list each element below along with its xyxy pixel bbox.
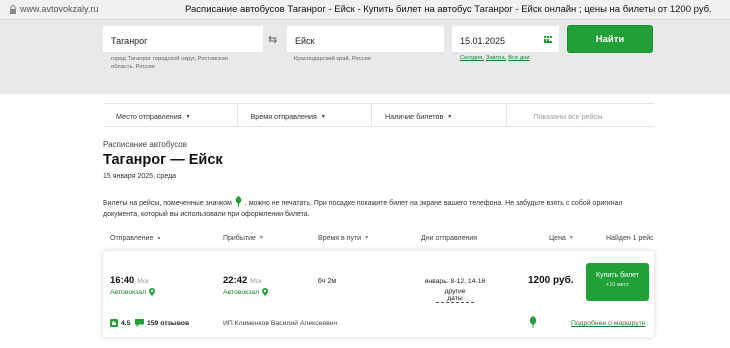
leaf-icon: [529, 316, 537, 328]
leaf-icon: [235, 196, 242, 207]
arrival-timezone: Мск: [250, 278, 262, 285]
filter-status: Показаны все рейсы: [533, 112, 603, 121]
notice-text-1: Билеты на рейсы, помеченные значком: [103, 200, 232, 207]
find-button[interactable]: Найти: [567, 25, 653, 53]
search-panel: Таганрог ⇆ Ейск 15.01.2025 Найти город Т…: [0, 20, 730, 94]
filter-departure-time-label: Время отправления: [250, 112, 317, 121]
arrival-station[interactable]: Автовокзал: [223, 288, 269, 296]
swap-icon[interactable]: ⇆: [268, 33, 277, 46]
date-line: 15 января 2025, среда: [103, 173, 177, 180]
from-city-value: Таганрог: [111, 36, 148, 46]
departure-time: 16:40 Мск: [110, 275, 149, 286]
header-days-label: Дни отправления: [421, 235, 478, 242]
sort-icon: ▼: [364, 235, 370, 241]
filter-bar: Место отправления ▼ Время отправления ▼ На…: [103, 103, 654, 127]
sort-icon: ▼: [568, 235, 574, 241]
filter-departure-place-label: Место отправления: [116, 112, 182, 121]
header-departure-label: Отправление: [110, 235, 154, 242]
ticket-price: 1200 руб.: [528, 275, 574, 286]
map-pin-icon: [262, 288, 269, 296]
arrival-time: 22:42 Мск: [223, 275, 262, 286]
departure-time-value: 16:40: [110, 275, 135, 286]
buy-ticket-label: Купить билет: [596, 272, 639, 279]
to-city-hint: Краснодарский край, Россия: [294, 56, 371, 62]
sort-icon: ▲: [156, 235, 162, 241]
header-travel-time-label: Время в пути: [318, 235, 362, 242]
lock-icon: [10, 4, 16, 14]
reviews-count: 159 отзывов: [147, 319, 190, 327]
buy-ticket-button[interactable]: Купить билет +10 мест: [586, 263, 649, 301]
date-value: 15.01.2025: [460, 36, 506, 46]
departure-days-value: январь: 8-12, 14-16: [424, 278, 486, 285]
departure-days: январь: 8-12, 14-16 другие даты: [417, 278, 493, 303]
to-city-input[interactable]: Ейск: [287, 26, 444, 52]
quick-date-all[interactable]: Все дни: [508, 55, 529, 61]
reviews-link[interactable]: 159 отзывов: [135, 319, 189, 327]
header-travel-time[interactable]: Время в пути ▼: [318, 235, 369, 242]
carrier-name: ИП Клименков Василий Алексеевич: [223, 320, 338, 327]
departure-station[interactable]: Автовокзал: [110, 288, 156, 296]
caret-down-icon: ▼: [185, 114, 191, 120]
filter-departure-place[interactable]: Место отправления ▼: [103, 104, 238, 126]
e-ticket-notice: Билеты на рейсы, помеченные значком, мож…: [103, 196, 643, 220]
header-departure[interactable]: Отправление ▲: [110, 235, 161, 242]
rating-value: 4.5: [121, 319, 131, 327]
date-input[interactable]: 15.01.2025: [452, 26, 559, 52]
found-count: Найден 1 рейс: [606, 235, 654, 242]
arrival-station-label: Автовокзал: [223, 288, 260, 296]
browser-titlebar: www.avtovokzaly.ru Расписание автобусов …: [0, 0, 730, 20]
header-arrival-label: Прибытие: [223, 235, 256, 242]
trip-card: 16:40 Мск Автовокзал 22:42 Мск Автовокзал …: [103, 251, 654, 337]
address-bar[interactable]: www.avtovokzaly.ru: [9, 4, 98, 14]
travel-duration: 6ч 2м: [318, 278, 337, 285]
caret-down-icon: ▼: [320, 114, 326, 120]
calendar-icon[interactable]: [544, 36, 552, 43]
caret-down-icon: ▼: [447, 114, 453, 120]
page-kicker: Расписание автобусов: [103, 140, 187, 149]
filter-tickets[interactable]: Наличие билетов ▼: [372, 104, 507, 126]
other-dates-link[interactable]: другие даты: [436, 288, 474, 303]
header-arrival[interactable]: Прибытие ▼: [223, 235, 264, 242]
quick-date-links: Сегодня, Завтра, Все дни: [460, 55, 530, 61]
arrival-time-value: 22:42: [223, 275, 248, 286]
url-text: www.avtovokzaly.ru: [20, 4, 99, 14]
to-city-value: Ейск: [295, 36, 315, 46]
page-title: Таганрог — Ейск: [103, 152, 223, 168]
header-price[interactable]: Цена ▼: [549, 235, 574, 242]
header-price-label: Цена: [549, 235, 566, 242]
from-city-input[interactable]: Таганрог: [103, 26, 263, 52]
window-title: Расписание автобусов Таганрог - Ейск - К…: [185, 4, 712, 15]
departure-timezone: Мск: [137, 278, 149, 285]
chat-icon: [135, 319, 144, 327]
quick-date-today[interactable]: Сегодня,: [460, 55, 484, 61]
quick-date-tomorrow[interactable]: Завтра,: [486, 55, 506, 61]
departure-station-label: Автовокзал: [110, 288, 147, 296]
map-pin-icon: [149, 288, 156, 296]
filter-departure-time[interactable]: Время отправления ▼: [238, 104, 372, 126]
seats-available: +10 мест: [606, 282, 629, 288]
sort-icon: ▼: [258, 235, 264, 241]
carrier-rating: 4.5: [110, 319, 130, 327]
filter-tickets-label: Наличие билетов: [385, 112, 444, 121]
route-details-link[interactable]: Подробнее о маршруте: [571, 320, 645, 327]
thumbs-up-icon: [110, 319, 118, 327]
header-days: Дни отправления: [421, 235, 477, 242]
from-city-hint: город Таганрог городской округ, Ростовск…: [111, 56, 229, 70]
